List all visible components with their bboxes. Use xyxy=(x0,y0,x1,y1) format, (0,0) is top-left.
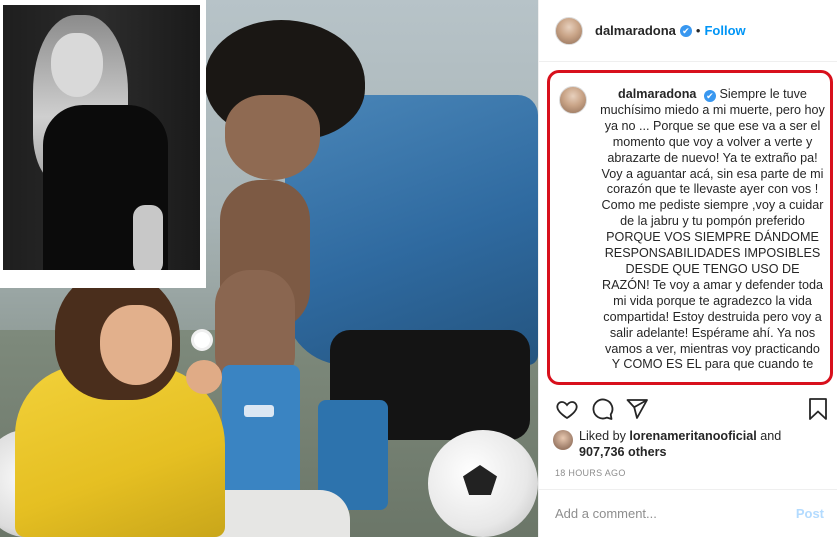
man-face xyxy=(225,95,320,180)
verified-badge-icon: ✔ xyxy=(679,24,692,37)
caption-username[interactable]: dalmaradona xyxy=(618,87,696,101)
soccer-ball-right xyxy=(428,430,538,537)
liker-avatar[interactable] xyxy=(553,430,573,450)
comment-icon[interactable] xyxy=(590,397,614,421)
paper-plane-icon[interactable] xyxy=(625,397,649,421)
white-flower xyxy=(194,332,210,348)
follow-button[interactable]: Follow xyxy=(704,23,745,38)
inset-leg xyxy=(133,205,163,270)
caption-verified-icon: ✔ xyxy=(703,90,716,102)
liked-by-prefix: Liked by xyxy=(579,429,626,443)
girl-hand xyxy=(186,360,222,394)
post-comment-button[interactable]: Post xyxy=(796,506,824,521)
separator-dot: • xyxy=(695,23,701,38)
inset-portrait-photo xyxy=(3,5,200,270)
likes-count-link[interactable]: 907,736 others xyxy=(579,445,667,459)
caption-highlight-box[interactable]: dalmaradona ✔ Siempre le tuve muchísimo … xyxy=(547,70,833,385)
comment-input[interactable] xyxy=(555,506,796,521)
post-header: dalmaradona ✔ • Follow xyxy=(539,0,837,62)
caption: dalmaradona ✔ Siempre le tuve muchísimo … xyxy=(600,87,825,373)
inset-portrait xyxy=(0,0,206,288)
blue-sock xyxy=(222,365,300,505)
post-side-panel: dalmaradona ✔ • Follow dalmaradona ✔ Sie… xyxy=(538,0,837,537)
caption-body: Siempre le tuve muchísimo miedo a mi mue… xyxy=(600,87,825,372)
inset-face xyxy=(51,33,103,97)
caption-avatar[interactable] xyxy=(559,86,587,114)
heart-icon[interactable] xyxy=(555,397,579,421)
avatar[interactable] xyxy=(555,16,583,45)
likes-text: Liked by lorenameritanooficial and 907,7… xyxy=(579,428,829,460)
username-link[interactable]: dalmaradona xyxy=(595,23,676,38)
girl-face xyxy=(100,305,172,385)
bookmark-icon[interactable] xyxy=(806,397,830,421)
liked-by-and: and xyxy=(760,429,782,443)
sock-logo xyxy=(244,405,274,417)
comment-bar: Post xyxy=(539,489,837,537)
post-timestamp[interactable]: 18 HOURS AGO xyxy=(555,468,626,478)
post-image[interactable] xyxy=(0,0,538,537)
liker-username-link[interactable]: lorenameritanooficial xyxy=(629,429,756,443)
action-bar xyxy=(555,397,827,423)
